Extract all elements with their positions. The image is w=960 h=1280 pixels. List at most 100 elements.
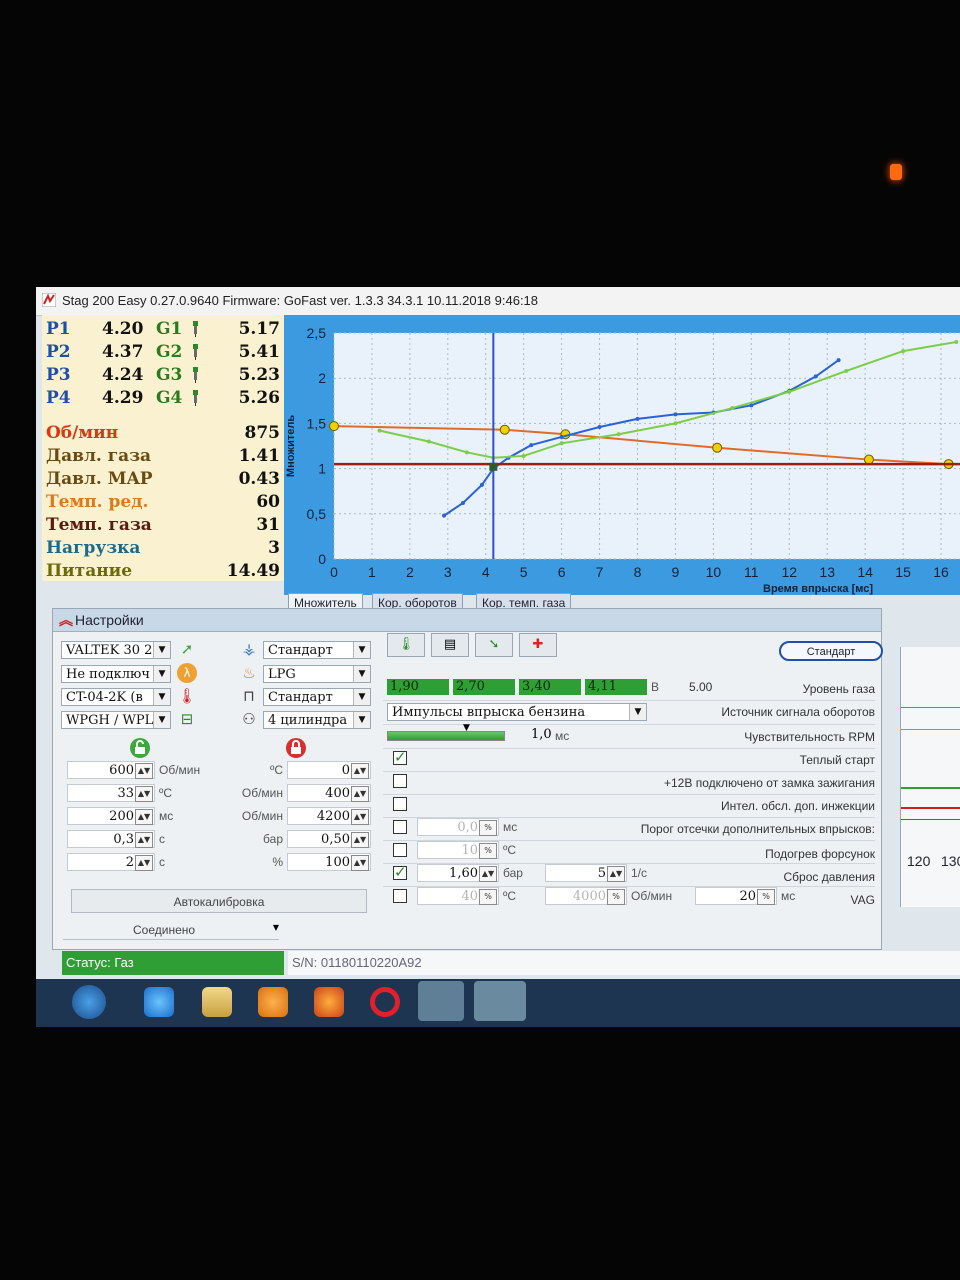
x-tick-label: 9 bbox=[672, 564, 680, 580]
injector-row-3: P3 4.24 G3 5.23 bbox=[46, 365, 280, 387]
input-value: 0 bbox=[341, 763, 350, 778]
gas-level-box[interactable]: 3,40 bbox=[519, 679, 581, 695]
folder-icon[interactable] bbox=[202, 987, 232, 1017]
x-tick-label: 4 bbox=[482, 564, 490, 580]
chevron-down-icon[interactable]: ▼ bbox=[353, 642, 370, 658]
lambda-select[interactable]: Не подключ ▼ bbox=[61, 665, 171, 683]
x-tick-label: 7 bbox=[596, 564, 604, 580]
cutoff-checkbox[interactable] bbox=[393, 820, 407, 834]
injector-type-select[interactable]: VALTEK 30 2 ▼ bbox=[61, 641, 171, 659]
slider-handle-icon[interactable]: ▼ bbox=[463, 723, 470, 733]
ignition-checkbox[interactable] bbox=[393, 774, 407, 788]
spinner-icon[interactable]: % bbox=[607, 889, 625, 905]
chevron-down-icon[interactable]: ▼ bbox=[153, 712, 170, 728]
active-app-icon[interactable] bbox=[418, 981, 464, 1021]
reset-rate-input[interactable]: 5 ▲▼ bbox=[545, 864, 627, 882]
spinner-icon[interactable]: ▲▼ bbox=[479, 866, 497, 882]
spinner-icon[interactable]: ▲▼ bbox=[135, 786, 153, 802]
switch-mode-select[interactable]: Стандарт ▼ bbox=[263, 641, 371, 659]
rpm-source-select[interactable]: Импульсы впрыска бензина ▼ bbox=[387, 703, 647, 721]
lock-icon[interactable] bbox=[285, 737, 307, 759]
injection-mode-select[interactable]: Стандарт ▼ bbox=[263, 688, 371, 706]
list-button[interactable]: ▤ bbox=[431, 633, 469, 657]
spinner-icon[interactable]: ▲▼ bbox=[135, 763, 153, 779]
thermometer-button[interactable]: 🌡 bbox=[387, 633, 425, 657]
injector-heating-checkbox[interactable] bbox=[393, 843, 407, 857]
gas-level-box[interactable]: 4,11 bbox=[585, 679, 647, 695]
chevron-down-icon[interactable]: ▼ bbox=[353, 712, 370, 728]
reset-time-input[interactable]: 2 ▲▼ bbox=[67, 853, 155, 871]
autocalibration-button[interactable]: Автокалибровка bbox=[71, 889, 367, 913]
spinner-icon[interactable]: % bbox=[479, 820, 497, 836]
pressure-sensor-select[interactable]: WPGH / WPL ▼ bbox=[61, 711, 171, 729]
spinner-icon[interactable]: ▲▼ bbox=[135, 809, 153, 825]
max-rpm-input[interactable]: 4200 ▲▼ bbox=[287, 807, 371, 825]
firefox-icon[interactable] bbox=[314, 987, 344, 1017]
multiplier-chart[interactable]: 0 1 2 3 4 5 6 7 8 9 10 11 12 13 14 15 16 0 0,5 1 1,5 2 2,5 Мно… bbox=[284, 315, 960, 595]
pressure-reset-checkbox[interactable]: ✓ bbox=[393, 863, 407, 881]
overlap-time-input[interactable]: 0,3 ▲▼ bbox=[67, 830, 155, 848]
min-rpm-input[interactable]: 400 ▲▼ bbox=[287, 784, 371, 802]
spinner-icon[interactable]: ▲▼ bbox=[351, 832, 369, 848]
gas-level-box[interactable]: 2,70 bbox=[453, 679, 515, 695]
vag-checkbox[interactable] bbox=[393, 889, 407, 903]
start-button-icon[interactable] bbox=[72, 985, 106, 1019]
chevron-down-icon[interactable]: ▼ bbox=[273, 923, 279, 932]
switch-icon: ⚶ bbox=[242, 640, 256, 658]
stag-app-icon[interactable] bbox=[474, 981, 526, 1021]
spinner-icon[interactable]: ▲▼ bbox=[351, 786, 369, 802]
chevron-down-icon[interactable]: ▼ bbox=[353, 689, 370, 705]
spinner-icon[interactable]: ▲▼ bbox=[351, 763, 369, 779]
media-player-icon[interactable] bbox=[258, 987, 288, 1017]
spinner-icon[interactable]: % bbox=[757, 889, 775, 905]
spinner-icon[interactable]: ▲▼ bbox=[135, 855, 153, 871]
chevron-down-icon[interactable]: ▼ bbox=[153, 689, 170, 705]
collapse-chevron-icon[interactable]: ︽ bbox=[59, 609, 73, 631]
vag-temp-input[interactable]: 40% bbox=[417, 887, 499, 905]
vag-rpm-input[interactable]: 4000% bbox=[545, 887, 627, 905]
add-button[interactable]: ✚ bbox=[519, 633, 557, 657]
connection-select[interactable]: Соединено ▼ bbox=[63, 923, 279, 940]
gas-level-box[interactable]: 1,90 bbox=[387, 679, 449, 695]
spinner-icon[interactable]: ▲▼ bbox=[607, 866, 625, 882]
vag-time-input[interactable]: 20% bbox=[695, 887, 777, 905]
spinner-icon[interactable]: % bbox=[479, 843, 497, 859]
spinner-icon[interactable]: ▲▼ bbox=[351, 809, 369, 825]
chevron-down-icon[interactable]: ▼ bbox=[153, 642, 170, 658]
switch-delay-input[interactable]: 200 ▲▼ bbox=[67, 807, 155, 825]
chevron-down-icon[interactable]: ▼ bbox=[153, 666, 170, 682]
temp-sensor-select[interactable]: CT-04-2K (в ▼ bbox=[61, 688, 171, 706]
opera-icon[interactable] bbox=[370, 987, 400, 1017]
injector-button[interactable]: ➘ bbox=[475, 633, 513, 657]
fuel-type-select[interactable]: LPG ▼ bbox=[263, 665, 371, 683]
petrol-value: 4.24 bbox=[102, 365, 144, 385]
reset-pressure-input[interactable]: 1,60 ▲▼ bbox=[417, 864, 499, 882]
switch-rpm-input[interactable]: 600 ▲▼ bbox=[67, 761, 155, 779]
cutoff-input[interactable]: 0,0% bbox=[417, 818, 499, 836]
rpm-sensitivity-slider[interactable] bbox=[387, 731, 505, 741]
series-point bbox=[597, 425, 602, 430]
warm-start-checkbox[interactable]: ✓ bbox=[393, 748, 407, 766]
heating-temp-input[interactable]: 10% bbox=[417, 841, 499, 859]
multiplier-chart-svg[interactable]: 0 1 2 3 4 5 6 7 8 9 10 11 12 13 14 15 1600,511,522,5 Мно… bbox=[284, 315, 960, 595]
spinner-icon[interactable]: ▲▼ bbox=[135, 832, 153, 848]
standard-button[interactable]: Стандарт bbox=[779, 641, 883, 661]
x-tick-label: 14 bbox=[857, 564, 873, 580]
settings-header[interactable]: ︽ Настройки bbox=[53, 609, 881, 632]
min-pressure-input[interactable]: 0,50 ▲▼ bbox=[287, 830, 371, 848]
spinner-icon[interactable]: ▲▼ bbox=[351, 855, 369, 871]
flame-icon: ♨ bbox=[242, 664, 256, 682]
cutoff-temp-input[interactable]: 0 ▲▼ bbox=[287, 761, 371, 779]
chevron-down-icon[interactable]: ▼ bbox=[629, 704, 646, 720]
browser-ie-icon[interactable] bbox=[144, 987, 174, 1017]
unlock-icon[interactable] bbox=[129, 737, 151, 759]
chevron-down-icon[interactable]: ▼ bbox=[353, 666, 370, 682]
cylinders-select[interactable]: 4 цилиндра ▼ bbox=[263, 711, 371, 729]
series-point bbox=[559, 434, 564, 439]
spinner-icon[interactable]: % bbox=[479, 889, 497, 905]
unit-label: Об/мин bbox=[241, 786, 283, 800]
select-value: Не подключ bbox=[66, 667, 150, 682]
intel-injection-checkbox[interactable] bbox=[393, 797, 407, 811]
percent-input[interactable]: 100 ▲▼ bbox=[287, 853, 371, 871]
switch-temp-input[interactable]: 33 ▲▼ bbox=[67, 784, 155, 802]
